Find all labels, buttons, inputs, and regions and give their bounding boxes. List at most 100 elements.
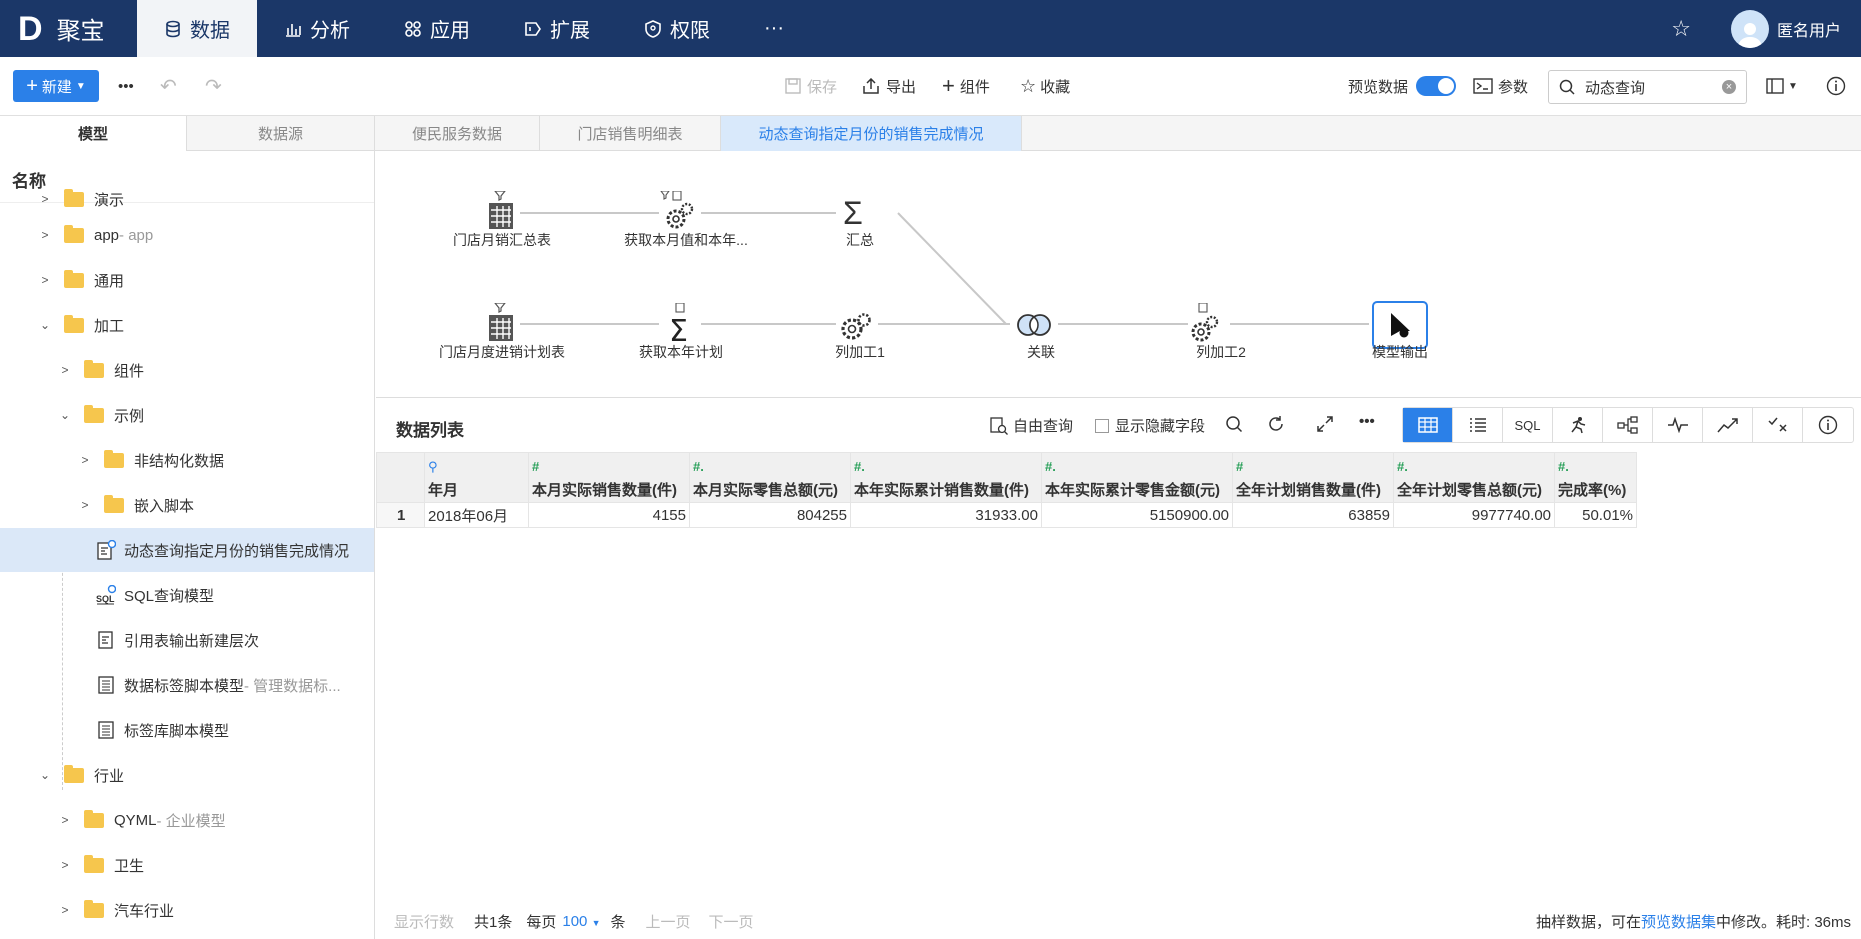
new-button[interactable]: + 新建 ▼ xyxy=(13,70,99,102)
show-hidden-fields-checkbox[interactable]: 显示隐藏字段 xyxy=(1095,415,1205,436)
table-cell[interactable]: 9977740.00 xyxy=(1393,502,1555,528)
tree-item-ref-table-output[interactable]: 引用表输出新建层次 xyxy=(0,618,374,662)
nav-extension[interactable]: 扩展 xyxy=(497,0,617,57)
tree-item-component[interactable]: > 组件 xyxy=(0,348,374,392)
params-button[interactable]: 参数 xyxy=(1473,69,1528,103)
export-label: 导出 xyxy=(886,78,917,96)
tree-item-health[interactable]: > 卫生 xyxy=(0,843,374,887)
tab-model[interactable]: 模型 xyxy=(0,116,187,151)
more-button[interactable]: ••• xyxy=(118,69,134,103)
tree-item-app[interactable]: > app - app xyxy=(0,213,374,257)
column-header[interactable]: #. 完成率(%) xyxy=(1554,452,1637,503)
chevron-right-icon: > xyxy=(61,363,69,377)
table-header-row: ⚲ 年月 # 本月实际销售数量(件) #. 本月实际零售总额(元) #. 本年实际累计销… xyxy=(376,452,1637,503)
table-cell[interactable]: 5150900.00 xyxy=(1041,502,1233,528)
tab-dynamic-query[interactable]: 动态查询指定月份的销售完成情况 xyxy=(721,116,1022,151)
avatar[interactable] xyxy=(1730,9,1769,48)
flow-node-join[interactable] xyxy=(1010,311,1058,343)
page-size-select[interactable]: 100 ▼ xyxy=(562,913,600,930)
username[interactable]: 匿名用户 xyxy=(1777,17,1841,41)
layout-toggle-button[interactable]: ▼ xyxy=(1766,69,1798,103)
column-header[interactable]: # 全年计划销售数量(件) xyxy=(1232,452,1394,503)
table-cell[interactable]: 4155 xyxy=(528,502,690,528)
undo-icon[interactable]: ↶ xyxy=(160,69,177,103)
model-flow-canvas[interactable]: 门店月销汇总表 获取本月值和本年... Σ 汇总 门店月度进销计划表 Σ 获取本… xyxy=(376,151,1861,398)
sql-view-button[interactable]: SQL xyxy=(1503,408,1553,442)
tree-item-tag-library-script[interactable]: 标签库脚本模型 xyxy=(0,708,374,752)
tree-item-data-tag-script[interactable]: 数据标签脚本模型 - 管理数据标... xyxy=(0,663,374,707)
column-header[interactable]: #. 全年计划零售总额(元) xyxy=(1393,452,1555,503)
expand-icon[interactable] xyxy=(1316,415,1334,433)
table-cell[interactable]: 50.01% xyxy=(1554,502,1637,528)
tab-store-sales-detail[interactable]: 门店销售明细表 xyxy=(540,116,721,151)
next-page-button[interactable]: 下一页 xyxy=(709,911,754,932)
info-icon[interactable] xyxy=(1803,408,1853,442)
column-header[interactable]: #. 本年实际累计零售金额(元) xyxy=(1041,452,1233,503)
table-cell[interactable]: 31933.00 xyxy=(850,502,1042,528)
trend-icon[interactable] xyxy=(1703,408,1753,442)
column-header[interactable]: #. 本年实际累计销售数量(件) xyxy=(850,452,1042,503)
column-header[interactable]: ⚲ 年月 xyxy=(424,452,529,503)
tree-item-unstructured[interactable]: > 非结构化数据 xyxy=(0,438,374,482)
check-list-icon[interactable] xyxy=(1753,408,1803,442)
refresh-icon[interactable] xyxy=(1267,415,1285,433)
runner-icon[interactable] xyxy=(1553,408,1603,442)
preview-label: 预览数据 xyxy=(1348,78,1409,96)
free-query-label: 自由查询 xyxy=(1013,418,1074,435)
tree-item-sql-model[interactable]: SQL SQL查询模型 xyxy=(0,573,374,617)
nav-more[interactable]: ··· xyxy=(737,0,811,57)
table-cell[interactable]: 2018年06月 xyxy=(424,502,529,528)
tree-item-auto[interactable]: > 汽车行业 xyxy=(0,888,374,932)
prev-page-button[interactable]: 上一页 xyxy=(646,911,691,932)
star-icon[interactable]: ☆ xyxy=(1671,16,1691,42)
component-button[interactable]: + 组件 xyxy=(942,69,990,103)
nav-analysis[interactable]: 分析 xyxy=(257,0,377,57)
tree-item-embedded-script[interactable]: > 嵌入脚本 xyxy=(0,483,374,527)
flow-node-summary[interactable]: Σ xyxy=(843,195,863,232)
tree-item-label: 示例 xyxy=(114,407,145,425)
flow-node-label: 获取本年计划 xyxy=(639,344,723,360)
nav-permission[interactable]: 权限 xyxy=(617,0,737,57)
table-cell[interactable]: 804255 xyxy=(689,502,851,528)
nav-apps[interactable]: 应用 xyxy=(377,0,497,57)
pulse-icon[interactable] xyxy=(1653,408,1703,442)
preview-data-toggle[interactable]: 预览数据 xyxy=(1348,69,1457,103)
preview-toggle-switch[interactable] xyxy=(1416,76,1457,96)
preview-dataset-link[interactable]: 预览数据集 xyxy=(1641,914,1716,931)
table-cell[interactable]: 63859 xyxy=(1232,502,1394,528)
table-row[interactable]: 1 2018年06月 4155 804255 31933.00 5150900.… xyxy=(376,502,1637,528)
more-icon[interactable]: ••• xyxy=(1359,413,1375,430)
search-input[interactable]: 动态查询 × xyxy=(1548,70,1747,104)
column-header[interactable]: # 本月实际销售数量(件) xyxy=(528,452,690,503)
folder-icon xyxy=(64,224,84,243)
tab-convenience-data[interactable]: 便民服务数据 xyxy=(375,116,540,151)
checkbox[interactable] xyxy=(1095,418,1109,433)
tree-item-common[interactable]: > 通用 xyxy=(0,258,374,302)
table-view-button[interactable] xyxy=(1403,408,1453,442)
tree-item-qyml[interactable]: > QYML - 企业模型 xyxy=(0,798,374,842)
per-page-label: 每页 xyxy=(526,913,557,931)
app-logo[interactable]: D 聚宝 xyxy=(0,0,137,57)
tab-datasource[interactable]: 数据源 xyxy=(187,116,375,151)
tree-item-industry[interactable]: ⌄ 行业 xyxy=(0,753,374,797)
clear-icon[interactable]: × xyxy=(1722,80,1736,94)
tree-item-dynamic-query-model[interactable]: 动态查询指定月份的销售完成情况 xyxy=(0,528,374,572)
save-button[interactable]: 保存 xyxy=(785,69,837,103)
show-rows-label[interactable]: 显示行数 xyxy=(394,911,454,932)
redo-icon[interactable]: ↷ xyxy=(205,69,222,103)
tree-item-demo[interactable]: > 演示 xyxy=(0,187,374,211)
lineage-view-button[interactable] xyxy=(1603,408,1653,442)
component-label: 组件 xyxy=(959,78,990,96)
free-query-button[interactable]: 自由查询 xyxy=(990,415,1073,436)
tree-item-examples[interactable]: ⌄ 示例 xyxy=(0,393,374,437)
export-button[interactable]: 导出 xyxy=(862,69,916,103)
favorite-button[interactable]: ☆ 收藏 xyxy=(1020,69,1070,103)
tree-item-subtitle: - app xyxy=(119,226,154,244)
more-icon: ··· xyxy=(764,17,784,39)
column-header[interactable]: #. 本月实际零售总额(元) xyxy=(689,452,851,503)
nav-data[interactable]: 数据 xyxy=(137,0,257,57)
list-view-button[interactable] xyxy=(1453,408,1503,442)
info-icon[interactable] xyxy=(1826,69,1846,103)
tree-item-process[interactable]: ⌄ 加工 xyxy=(0,303,374,347)
search-icon[interactable] xyxy=(1225,415,1243,433)
